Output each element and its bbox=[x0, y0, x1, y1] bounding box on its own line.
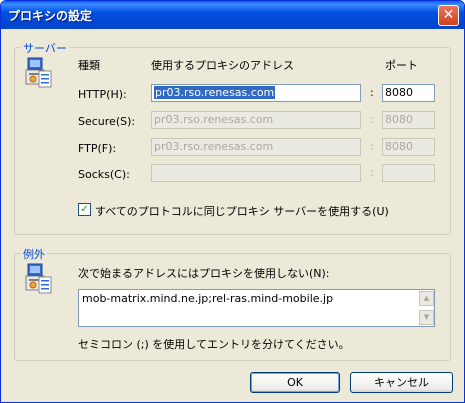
exceptions-textarea[interactable]: mob-matrix.mind.ne.jp;rel-ras.mind-mobil… bbox=[78, 289, 435, 327]
ok-button[interactable]: OK bbox=[250, 372, 340, 393]
secure-port-input[interactable]: 8080 bbox=[382, 111, 435, 129]
exceptions-value: mob-matrix.mind.ne.jp;rel-ras.mind-mobil… bbox=[82, 292, 334, 305]
scroll-up-button[interactable]: ▲ bbox=[419, 291, 434, 306]
http-separator: : bbox=[370, 86, 374, 99]
exceptions-note: セミコロン (;) を使用してエントリを分けてください。 bbox=[78, 338, 350, 351]
column-header-type: 種類 bbox=[78, 59, 100, 72]
http-port-input[interactable]: 8080 bbox=[382, 84, 435, 102]
servers-group-title: サーバー bbox=[21, 40, 69, 56]
title-bar[interactable]: プロキシの設定 ✕ bbox=[1, 1, 464, 29]
scroll-down-button[interactable]: ▼ bbox=[419, 310, 434, 325]
column-header-port: ポート bbox=[385, 59, 418, 72]
close-button[interactable]: ✕ bbox=[438, 5, 459, 26]
socks-separator: : bbox=[370, 166, 374, 179]
close-icon: ✕ bbox=[442, 7, 455, 23]
secure-address-input[interactable]: pr03.rso.renesas.com bbox=[151, 111, 361, 129]
secure-separator: : bbox=[370, 113, 374, 126]
same-proxy-label[interactable]: すべてのプロトコルに同じプロキシ サーバーを使用する(U) bbox=[95, 203, 389, 219]
socks-label: Socks(C): bbox=[78, 168, 130, 181]
network-computer-icon bbox=[25, 263, 52, 294]
http-address-value: pr03.rso.renesas.com bbox=[154, 86, 276, 99]
http-label: HTTP(H): bbox=[78, 88, 127, 101]
exceptions-instruction: 次で始まるアドレスにはプロキシを使用しない(N): bbox=[78, 267, 330, 280]
same-proxy-checkbox[interactable]: ✓ bbox=[78, 203, 91, 216]
dialog-title: プロキシの設定 bbox=[8, 9, 93, 23]
column-header-address: 使用するプロキシのアドレス bbox=[151, 59, 294, 72]
exceptions-group-title: 例外 bbox=[21, 246, 47, 262]
checkmark-icon: ✓ bbox=[80, 204, 89, 215]
http-address-input[interactable]: pr03.rso.renesas.com bbox=[151, 84, 361, 102]
proxy-settings-dialog: プロキシの設定 ✕ サーバー 種類 使用するプロキシのアドレス ポート HTTP… bbox=[0, 0, 465, 403]
socks-address-input[interactable] bbox=[151, 164, 361, 182]
secure-label: Secure(S): bbox=[78, 115, 136, 128]
ftp-address-input[interactable]: pr03.rso.renesas.com bbox=[151, 138, 361, 156]
cancel-button[interactable]: キャンセル bbox=[350, 372, 453, 393]
ftp-port-input[interactable]: 8080 bbox=[382, 138, 435, 156]
network-computer-icon bbox=[25, 57, 52, 88]
ftp-label: FTP(F): bbox=[78, 142, 117, 155]
ftp-separator: : bbox=[370, 140, 374, 153]
socks-port-input[interactable] bbox=[382, 164, 435, 182]
